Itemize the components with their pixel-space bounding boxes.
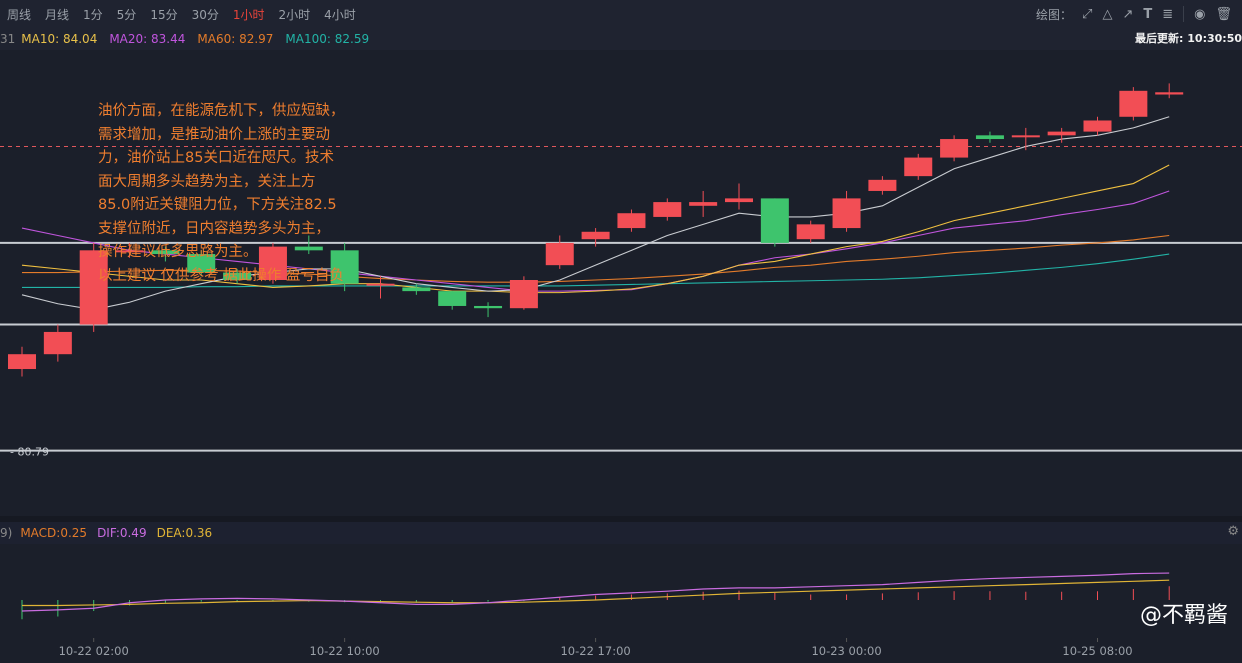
macd-prefix: 9) [0,526,13,540]
candle-body [438,291,467,306]
candle-body [581,231,610,240]
dea-value: DEA:0.36 [156,526,213,540]
annotation-line: 85.0附近关键阻力位，下方关注82.5 [98,197,337,213]
annotation-line: 以上建议 仅供参考 据此操作 盈亏自负 [98,267,344,284]
macd-value: MACD:0.25 [20,526,88,540]
watermark-text: @不羁酱 [1139,603,1228,628]
annotation-line: 力，油价站上85关口近在咫尺。技术 [98,150,334,166]
candle-body [1119,90,1148,117]
annotation-line: 油价方面，在能源危机下，供应短缺， [98,103,345,119]
annotation-line: 支撑位附近，日内容趋势多头为主， [98,220,330,237]
annotation-line: 面大周期多头趋势为主，关注上方 [98,173,316,190]
candle-body [832,198,861,229]
candle-body [545,242,574,266]
price-label: - 80.79 [10,445,49,458]
candle-body [509,280,538,309]
candle-body [689,202,718,206]
candle-body [796,224,825,240]
candle-body [402,287,431,292]
candle-body [725,198,753,203]
x-tick-label: 10-25 08:00 [1062,644,1132,658]
candle-body [1155,92,1184,95]
x-tick-label: 10-22 17:00 [560,644,630,658]
chart-app: { "timeframes": [ {"label": "周线", "activ… [0,0,1242,663]
analysis-annotation: 油价方面，在能源危机下，供应短缺， 需求增加，是推动油价上涨的主要动 力，油价站上8… [98,100,388,288]
annotation-line: 操作建议低多思路为主。 [98,244,258,260]
candle-body [8,354,36,370]
candle-body [617,213,646,229]
candle-body [1083,120,1112,132]
candle-body [975,135,1004,140]
dea-line [22,579,1170,607]
candle-body [43,331,72,355]
macd-legend-bar: 9) MACD:0.25 DIF:0.49 DEA:0.36 [0,522,1242,544]
x-tick-label: 10-23 00:00 [811,644,881,658]
x-tick-label: 10-22 10:00 [310,644,380,658]
candle-body [940,139,969,158]
dif-line [21,572,1170,612]
annotation-line: 需求增加，是推动油价上涨的主要动 [98,126,330,143]
candle-body [904,157,933,177]
candle-body [868,179,897,191]
dif-value: DIF:0.49 [97,526,147,540]
candle-body [653,202,682,217]
watermark: @不羁酱 [1140,597,1228,629]
x-tick-label: 10-22 02:00 [59,644,129,658]
settings-gear-icon[interactable]: ⚙ [1227,524,1239,539]
candle-body [474,305,503,309]
candle-body [1011,135,1040,138]
candle-body [760,198,789,243]
candle-body [1047,131,1076,136]
